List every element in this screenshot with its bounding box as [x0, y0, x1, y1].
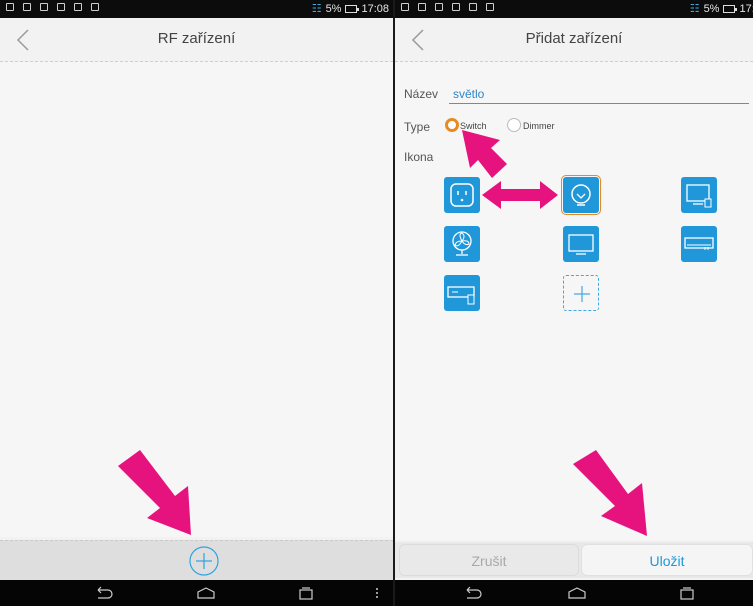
device-name-input[interactable] — [449, 84, 749, 104]
socket-icon-option[interactable] — [444, 177, 480, 213]
page-title: Přidat zařízení — [525, 30, 623, 47]
notification-icon — [469, 3, 477, 11]
status-bar: ☷ 5% 17:08 — [395, 0, 753, 18]
notification-icon — [452, 3, 460, 11]
notification-icons — [401, 3, 494, 11]
rf-devices-screen: ☷ 5% 17:08 RF zařízení — [0, 0, 393, 606]
tv-remote-icon — [686, 184, 712, 208]
notification-icon — [57, 3, 65, 11]
name-label: Název — [404, 87, 439, 101]
add-icon — [574, 286, 590, 302]
nav-recents-icon[interactable] — [296, 586, 316, 600]
type-dimmer-radio[interactable] — [507, 118, 521, 132]
save-button[interactable]: Uložit — [581, 544, 753, 576]
android-navigation-bar — [0, 580, 393, 606]
nav-recents-icon[interactable] — [677, 586, 697, 600]
notification-icon — [91, 3, 99, 11]
status-bar: ☷ 5% 17:08 — [0, 0, 393, 18]
socket-icon — [450, 183, 474, 207]
add-device-button[interactable] — [188, 545, 220, 577]
fan-icon-option[interactable] — [444, 226, 480, 262]
air-conditioner-icon-option[interactable] — [681, 226, 717, 262]
notification-icon — [6, 3, 14, 11]
device-list — [0, 62, 393, 537]
type-dimmer-label: Dimmer — [523, 121, 555, 131]
nav-home-icon[interactable] — [567, 586, 587, 600]
action-buttons: Zrušit Uložit — [395, 542, 753, 578]
ac-remote-icon-option[interactable] — [444, 275, 480, 311]
battery-level: 5% — [325, 2, 342, 15]
add-icon — [189, 546, 219, 576]
page-title: RF zařízení — [157, 30, 236, 47]
bottom-bar — [0, 540, 393, 580]
monitor-icon-option[interactable] — [563, 226, 599, 262]
clock: 17:08 — [739, 2, 753, 15]
battery-icon — [345, 4, 360, 13]
wifi-icon: ☷ — [689, 3, 700, 15]
notification-icon — [435, 3, 443, 11]
ac-remote-icon — [447, 286, 475, 305]
nav-back-icon[interactable] — [463, 586, 483, 600]
notification-icon — [23, 3, 31, 11]
notification-icon — [40, 3, 48, 11]
battery-level: 5% — [703, 2, 720, 15]
cancel-button[interactable]: Zrušit — [399, 544, 579, 576]
add-device-screen: ☷ 5% 17:08 Přidat zařízení Název Type Sw… — [395, 0, 753, 606]
add-custom-icon-button[interactable] — [563, 275, 599, 311]
nav-menu-icon[interactable] — [374, 586, 380, 600]
android-navigation-bar — [395, 580, 753, 606]
monitor-icon — [568, 234, 594, 255]
nav-home-icon[interactable] — [196, 586, 216, 600]
fan-icon — [452, 231, 472, 256]
notification-icon — [74, 3, 82, 11]
wifi-icon: ☷ — [311, 3, 322, 15]
notification-icon — [418, 3, 426, 11]
title-bar: RF zařízení — [0, 18, 393, 62]
bulb-icon — [571, 184, 591, 206]
bulb-icon-option[interactable] — [561, 175, 601, 215]
notification-icon — [486, 3, 494, 11]
notification-icons — [6, 3, 99, 11]
tv-remote-icon-option[interactable] — [681, 177, 717, 213]
icon-label: Ikona — [404, 150, 434, 164]
type-switch-label: Switch — [460, 121, 487, 131]
battery-icon — [723, 4, 738, 13]
nav-back-icon[interactable] — [94, 586, 114, 600]
type-label: Type — [404, 120, 431, 134]
type-switch-radio[interactable] — [445, 118, 459, 132]
clock: 17:08 — [361, 2, 389, 15]
air-conditioner-icon — [684, 237, 714, 250]
notification-icon — [401, 3, 409, 11]
title-bar: Přidat zařízení — [395, 18, 753, 62]
